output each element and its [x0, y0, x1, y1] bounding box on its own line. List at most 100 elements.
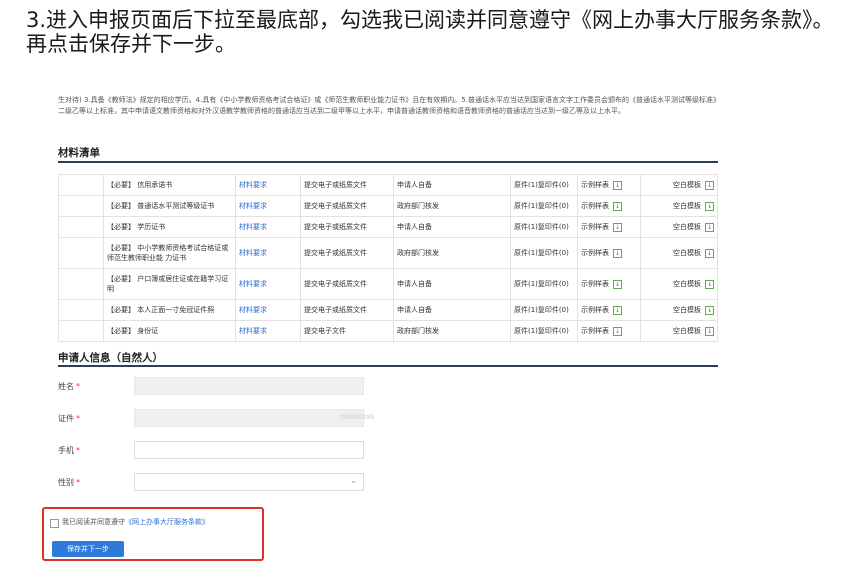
id-field[interactable]: 000000188	[134, 409, 374, 427]
submit-type: 提交电子文件	[300, 320, 394, 342]
row-blank-cell	[58, 268, 104, 300]
download-icon[interactable]: ↓	[705, 180, 714, 190]
download-icon[interactable]: ↓	[705, 201, 714, 211]
applicant-title: 申请人信息（自然人）	[58, 352, 163, 364]
sample-cell: 示例样表 ↓	[577, 195, 641, 217]
material-requirement-link[interactable]: 材料要求	[235, 195, 301, 217]
material-requirement-link[interactable]: 材料要求	[235, 237, 301, 269]
template-cell: 空白模板 ↓	[640, 237, 718, 269]
copy-count: 原件(1)复印件(0)	[510, 268, 578, 300]
material-requirement-link[interactable]: 材料要求	[235, 320, 301, 342]
copy-count: 原件(1)复印件(0)	[510, 299, 578, 321]
material-requirement-link[interactable]: 材料要求	[235, 299, 301, 321]
copy-count: 原件(1)复印件(0)	[510, 237, 578, 269]
submit-type: 提交电子或纸质文件	[300, 195, 394, 217]
phone-label: 手机 *	[58, 446, 80, 455]
template-cell: 空白模板 ↓	[640, 268, 718, 300]
table-row: 【必要】 信用承诺书 材料要求 提交电子或纸质文件 申请人自备 原件(1)复印件(0) 示…	[58, 174, 718, 196]
download-icon[interactable]: ↓	[705, 222, 714, 232]
download-icon[interactable]: ↓	[613, 305, 622, 315]
download-icon[interactable]: ↓	[705, 326, 714, 336]
template-cell: 空白模板 ↓	[640, 174, 718, 196]
material-name: 【必要】 身份证	[103, 320, 236, 342]
id-label: 证件 *	[58, 414, 80, 423]
materials-table: 【必要】 信用承诺书 材料要求 提交电子或纸质文件 申请人自备 原件(1)复印件(0) 示…	[58, 174, 718, 342]
sample-label: 示例样表	[581, 249, 609, 257]
materials-title: 材料清单	[58, 147, 100, 159]
table-row: 【必要】 学历证书 材料要求 提交电子或纸质文件 申请人自备 原件(1)复印件(0) 示例…	[58, 216, 718, 238]
material-name: 【必要】 普通话水平测试等级证书	[103, 195, 236, 217]
download-icon[interactable]: ↓	[705, 248, 714, 258]
sample-label: 示例样表	[581, 280, 609, 288]
sample-cell: 示例样表 ↓	[577, 320, 641, 342]
material-name: 【必要】 信用承诺书	[103, 174, 236, 196]
name-field[interactable]	[134, 377, 364, 395]
copy-count: 原件(1)复印件(0)	[510, 195, 578, 217]
materials-divider	[58, 161, 718, 163]
table-row: 【必要】 中小学教师资格考试合格证或师范生教师职业能 力证书 材料要求 提交电子或纸…	[58, 237, 718, 269]
sample-cell: 示例样表 ↓	[577, 299, 641, 321]
material-requirement-link[interactable]: 材料要求	[235, 174, 301, 196]
material-source: 政府部门核发	[393, 320, 511, 342]
template-label: 空白模板	[673, 327, 701, 335]
sample-cell: 示例样表 ↓	[577, 216, 641, 238]
submit-type: 提交电子或纸质文件	[300, 268, 394, 300]
material-requirement-link[interactable]: 材料要求	[235, 216, 301, 238]
download-icon[interactable]: ↓	[613, 180, 622, 190]
row-blank-cell	[58, 237, 104, 269]
chevron-down-icon: ⌄	[350, 476, 357, 485]
template-label: 空白模板	[673, 181, 701, 189]
agree-checkbox[interactable]	[50, 519, 59, 528]
gender-select[interactable]: ⌄	[134, 473, 364, 491]
download-icon[interactable]: ↓	[613, 201, 622, 211]
template-label: 空白模板	[673, 202, 701, 210]
terms-link[interactable]: 《网上办事大厅服务条款》	[125, 518, 209, 526]
sample-label: 示例样表	[581, 327, 609, 335]
agreement-highlight: 我已阅读并同意遵守《网上办事大厅服务条款》 保存并下一步	[42, 507, 264, 561]
row-blank-cell	[58, 216, 104, 238]
download-icon[interactable]: ↓	[613, 248, 622, 258]
template-label: 空白模板	[673, 280, 701, 288]
submit-type: 提交电子或纸质文件	[300, 216, 394, 238]
download-icon[interactable]: ↓	[613, 222, 622, 232]
material-source: 申请人自备	[393, 299, 511, 321]
template-cell: 空白模板 ↓	[640, 299, 718, 321]
sample-label: 示例样表	[581, 306, 609, 314]
gender-label: 性别 *	[58, 478, 80, 487]
id-value: 000000188	[340, 414, 375, 421]
sample-label: 示例样表	[581, 223, 609, 231]
download-icon[interactable]: ↓	[705, 279, 714, 289]
template-cell: 空白模板 ↓	[640, 195, 718, 217]
row-blank-cell	[58, 174, 104, 196]
material-name: 【必要】 中小学教师资格考试合格证或师范生教师职业能 力证书	[103, 237, 236, 269]
material-name: 【必要】 户口簿或居住证或在籍学习证明	[103, 268, 236, 300]
download-icon[interactable]: ↓	[613, 326, 622, 336]
download-icon[interactable]: ↓	[613, 279, 622, 289]
name-label: 姓名 *	[58, 382, 80, 391]
agreement-text: 我已阅读并同意遵守《网上办事大厅服务条款》	[62, 518, 209, 526]
material-source: 申请人自备	[393, 216, 511, 238]
template-label: 空白模板	[673, 306, 701, 314]
copy-count: 原件(1)复印件(0)	[510, 320, 578, 342]
template-label: 空白模板	[673, 223, 701, 231]
material-source: 申请人自备	[393, 174, 511, 196]
template-cell: 空白模板 ↓	[640, 320, 718, 342]
sample-cell: 示例样表 ↓	[577, 268, 641, 300]
material-source: 政府部门核发	[393, 237, 511, 269]
material-requirement-link[interactable]: 材料要求	[235, 268, 301, 300]
save-next-button[interactable]: 保存并下一步	[52, 541, 124, 557]
copy-count: 原件(1)复印件(0)	[510, 174, 578, 196]
table-row: 【必要】 普通话水平测试等级证书 材料要求 提交电子或纸质文件 政府部门核发 原件(1)…	[58, 195, 718, 217]
sample-cell: 示例样表 ↓	[577, 237, 641, 269]
sample-cell: 示例样表 ↓	[577, 174, 641, 196]
row-blank-cell	[58, 320, 104, 342]
template-label: 空白模板	[673, 249, 701, 257]
submit-type: 提交电子或纸质文件	[300, 174, 394, 196]
template-cell: 空白模板 ↓	[640, 216, 718, 238]
phone-field[interactable]	[134, 441, 364, 459]
table-row: 【必要】 户口簿或居住证或在籍学习证明 材料要求 提交电子或纸质文件 申请人自备 原件(…	[58, 268, 718, 300]
table-row: 【必要】 本人正面一寸免冠证件照 材料要求 提交电子或纸质文件 申请人自备 原件(1)复…	[58, 299, 718, 321]
material-source: 政府部门核发	[393, 195, 511, 217]
download-icon[interactable]: ↓	[705, 305, 714, 315]
instruction-heading: 3.进入申报页面后下拉至最底部，勾选我已阅读并同意遵守《网上办事大厅服务条款》。…	[26, 8, 834, 56]
